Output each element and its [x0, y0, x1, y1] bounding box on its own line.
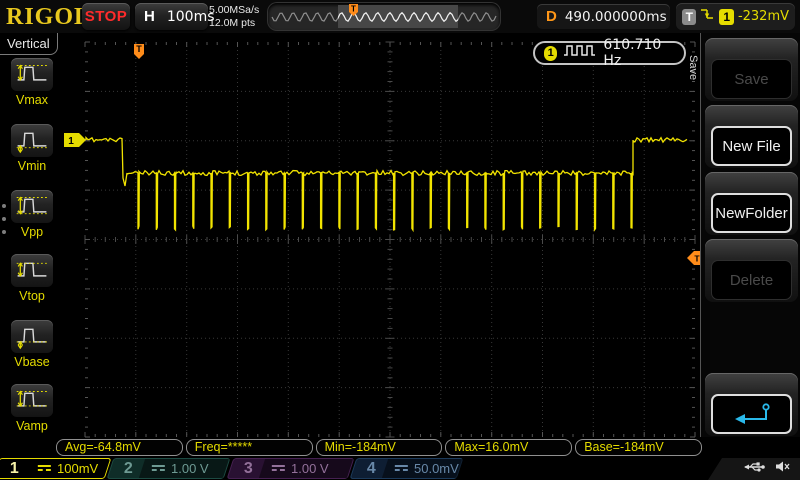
vamp-button[interactable]: [11, 384, 53, 417]
io-status-panel: [708, 458, 800, 480]
new-file-button[interactable]: New File: [711, 126, 792, 166]
trigger-level-value: -232mV: [738, 9, 789, 24]
speaker-muted-icon: [774, 460, 790, 478]
svg-text:1: 1: [68, 136, 74, 147]
vpp-button[interactable]: [11, 190, 53, 223]
vmin-label: Vmin: [0, 159, 64, 173]
timebase-display[interactable]: H 100ms: [135, 3, 208, 30]
channel-1-waveform: [86, 138, 687, 230]
delay-value: 490.000000ms: [565, 9, 667, 25]
vamp-label: Vamp: [0, 419, 64, 433]
square-wave-icon: [563, 44, 597, 62]
vmin-button[interactable]: [11, 124, 53, 157]
channel-2-scale: 1.00 V: [171, 461, 209, 476]
dc-coupling-icon: [152, 465, 165, 473]
left-menu-item-vpp: Vpp: [0, 190, 64, 239]
channel-1-level-marker[interactable]: 1: [64, 133, 86, 147]
graticule: T 1 T: [0, 0, 800, 480]
save-button[interactable]: Save: [711, 59, 792, 99]
waveform-preview-bar[interactable]: T: [268, 3, 500, 30]
svg-text:T: T: [136, 44, 142, 54]
delay-label: D: [537, 8, 565, 25]
channel-1-scale: 100mV: [57, 461, 98, 476]
svg-text:T: T: [351, 5, 356, 14]
back-button[interactable]: [711, 394, 792, 434]
rigol-logo: RIGOL: [6, 4, 91, 31]
channel-3-tab[interactable]: 3 1.00 V: [227, 458, 355, 479]
vbase-button[interactable]: [11, 320, 53, 353]
usb-icon: [742, 460, 766, 478]
timebase-value: 100ms: [167, 9, 215, 25]
save-menu: Save SaveNew FileNewFolderDelete: [700, 33, 800, 437]
trigger-position-marker[interactable]: T: [134, 44, 144, 59]
vamp-icon: [14, 387, 50, 414]
channel-3-number: 3: [231, 460, 262, 478]
top-status-bar: RIGOL STOP H 100ms 5.00MSa/s 12.0M pts T…: [0, 0, 800, 33]
frequency-counter: 1 610.710 Hz: [533, 41, 686, 65]
acquisition-info: 5.00MSa/s 12.0M pts: [209, 4, 259, 29]
sample-rate: 5.00MSa/s: [209, 4, 259, 17]
left-menu-item-vmax: Vmax: [0, 58, 64, 107]
measurement-max: Max=16.0mV: [445, 439, 572, 456]
memory-depth: 12.0M pts: [209, 17, 259, 30]
softkey-slot-3: NewFolder: [705, 172, 798, 235]
vertical-measure-menu: Vertical Vmax Vmin Vpp Vtop Vbase Vamp: [0, 33, 64, 447]
measurement-avg: Avg=-64.8mV: [56, 439, 183, 456]
vtop-icon: [14, 257, 50, 284]
run-state-indicator: STOP: [82, 3, 130, 30]
frequency-value: 610.710 Hz: [603, 37, 675, 69]
measurement-bar: Avg=-64.8mVFreq=*****Min=-184mVMax=16.0m…: [56, 439, 702, 456]
trigger-source-badge: 1: [719, 9, 733, 25]
menu-title: Vertical: [0, 33, 58, 55]
softkey-slot-2: New File: [705, 105, 798, 168]
vpp-icon: [14, 193, 50, 220]
vpp-label: Vpp: [0, 225, 64, 239]
return-arrow-icon: [730, 402, 774, 426]
channel-4-number: 4: [354, 460, 385, 478]
measurement-base: Base=-184mV: [575, 439, 702, 456]
trigger-label: T: [682, 9, 696, 25]
channel-3-scale: 1.00 V: [291, 461, 329, 476]
menu-tab-label: Save: [687, 55, 699, 80]
left-menu-item-vmin: Vmin: [0, 124, 64, 173]
vbase-icon: [14, 323, 50, 350]
dc-coupling-icon: [272, 465, 285, 473]
measurement-min: Min=-184mV: [316, 439, 443, 456]
trigger-display[interactable]: T 1 -232mV: [676, 3, 795, 30]
channel-1-tab[interactable]: 1 100mV: [0, 458, 111, 479]
channel-4-scale: 50.0mV: [414, 461, 459, 476]
dc-coupling-icon: [38, 465, 51, 473]
channel-status-bar: 1 100mV 2 1.00 V 3 1.00 V 4 50.0mV: [0, 457, 800, 480]
falling-edge-icon: [700, 7, 715, 26]
newfolder-button[interactable]: NewFolder: [711, 193, 792, 233]
channel-4-tab[interactable]: 4 50.0mV: [350, 458, 464, 479]
oscilloscope-screen: T 1 T RIGOL STOP H 100ms 5.00MSa/s 12.0M p…: [0, 0, 800, 480]
channel-2-number: 2: [111, 460, 142, 478]
measurement-freq: Freq=*****: [186, 439, 313, 456]
delay-display[interactable]: D 490.000000ms: [537, 4, 670, 29]
softkey-slot-1: Save: [705, 38, 798, 101]
channel-1-number: 1: [0, 460, 28, 478]
vmax-label: Vmax: [0, 93, 64, 107]
channel-2-tab[interactable]: 2 1.00 V: [107, 458, 231, 479]
vmax-icon: [14, 61, 50, 88]
left-menu-item-vtop: Vtop: [0, 254, 64, 303]
softkey-slot-6: [705, 373, 798, 436]
softkey-slot-4: Delete: [705, 239, 798, 302]
vmax-button[interactable]: [11, 58, 53, 91]
left-menu-item-vbase: Vbase: [0, 320, 64, 369]
counter-channel-badge: 1: [544, 46, 557, 61]
left-menu-item-vamp: Vamp: [0, 384, 64, 433]
delete-button[interactable]: Delete: [711, 260, 792, 300]
horizontal-label: H: [144, 8, 155, 25]
dc-coupling-icon: [395, 465, 408, 473]
vtop-button[interactable]: [11, 254, 53, 287]
vtop-label: Vtop: [0, 289, 64, 303]
vmin-icon: [14, 127, 50, 154]
vbase-label: Vbase: [0, 355, 64, 369]
